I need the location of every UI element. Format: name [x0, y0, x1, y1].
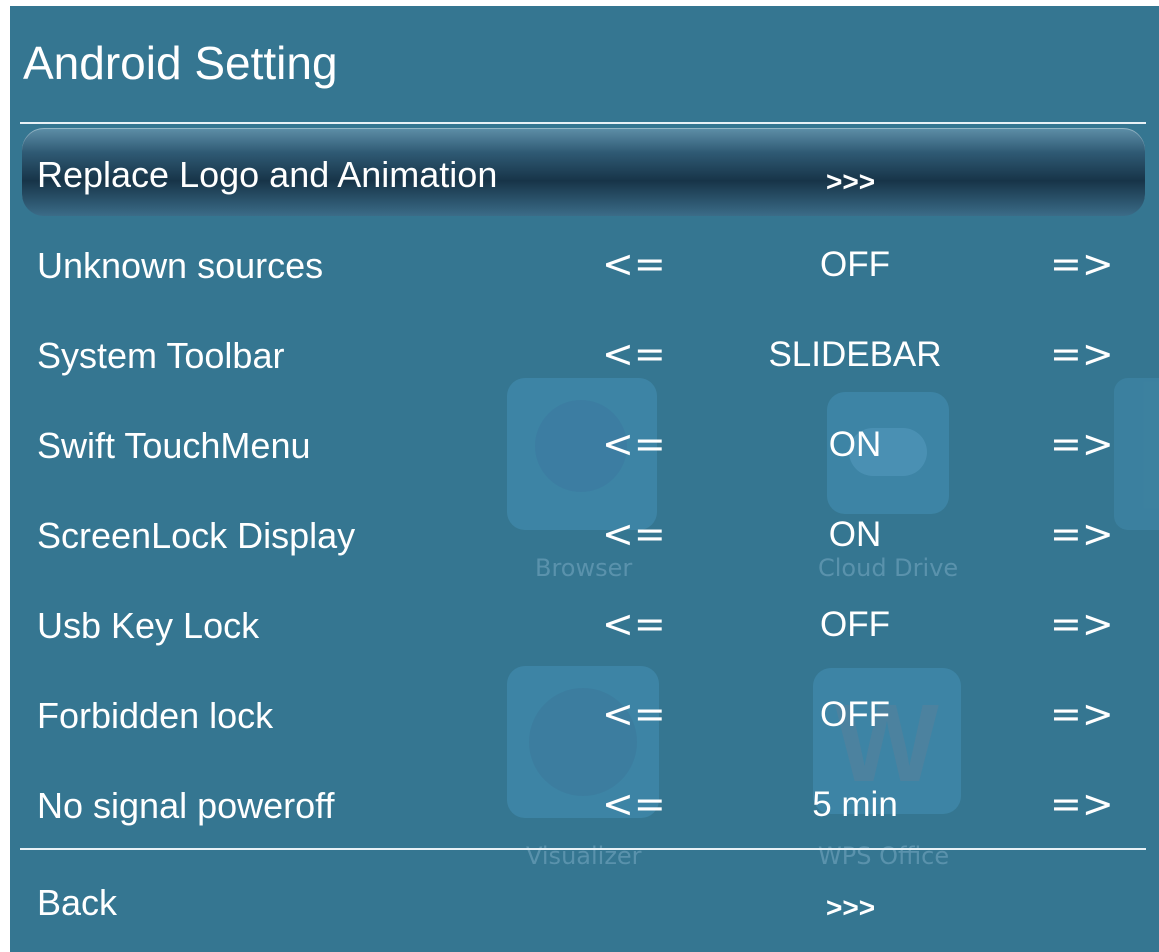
previous-option-button[interactable]: <=	[602, 692, 666, 736]
previous-option-button[interactable]: <=	[602, 422, 666, 466]
setting-row-screenlock-display[interactable]: ScreenLock Display <= ON =>	[10, 488, 1159, 578]
next-option-button[interactable]: =>	[1050, 242, 1114, 286]
setting-value: ON	[828, 425, 882, 464]
setting-value: OFF	[820, 695, 890, 734]
setting-label: Swift TouchMenu	[37, 425, 311, 466]
setting-value: SLIDEBAR	[768, 335, 942, 374]
setting-label: No signal poweroff	[37, 785, 335, 826]
setting-row-no-signal-poweroff[interactable]: No signal poweroff <= 5 min =>	[10, 758, 1159, 848]
setting-label: Forbidden lock	[37, 695, 274, 736]
back-open-icon[interactable]: >>>	[826, 892, 875, 924]
page-title: Android Setting	[23, 37, 338, 89]
setting-row-forbidden-lock[interactable]: Forbidden lock <= OFF =>	[10, 668, 1159, 758]
bottom-divider	[20, 848, 1146, 850]
replace-logo-open-icon[interactable]: >>>	[826, 166, 875, 198]
setting-value: OFF	[820, 245, 890, 284]
setting-row-swift-touchmenu[interactable]: Swift TouchMenu <= ON =>	[10, 398, 1159, 488]
replace-logo-row[interactable]: Replace Logo and Animation >>>	[10, 128, 1159, 218]
setting-label: Usb Key Lock	[37, 605, 260, 646]
setting-value: 5 min	[812, 785, 898, 824]
previous-option-button[interactable]: <=	[602, 242, 666, 286]
next-option-button[interactable]: =>	[1050, 692, 1114, 736]
screen: Browser Cloud Drive Visualizer W WPS Off…	[0, 0, 1159, 952]
next-option-button[interactable]: =>	[1050, 782, 1114, 826]
setting-row-usb-key-lock[interactable]: Usb Key Lock <= OFF =>	[10, 578, 1159, 668]
next-option-button[interactable]: =>	[1050, 422, 1114, 466]
next-option-button[interactable]: =>	[1050, 332, 1114, 376]
previous-option-button[interactable]: <=	[602, 332, 666, 376]
title-divider	[20, 122, 1146, 124]
replace-logo-label: Replace Logo and Animation	[37, 154, 498, 195]
setting-row-system-toolbar[interactable]: System Toolbar <= SLIDEBAR =>	[10, 308, 1159, 398]
setting-label: Unknown sources	[37, 245, 324, 286]
previous-option-button[interactable]: <=	[602, 512, 666, 556]
settings-panel: Browser Cloud Drive Visualizer W WPS Off…	[10, 6, 1159, 952]
back-label: Back	[37, 882, 118, 923]
setting-label: System Toolbar	[37, 335, 285, 376]
previous-option-button[interactable]: <=	[602, 602, 666, 646]
setting-value: ON	[828, 515, 882, 554]
next-option-button[interactable]: =>	[1050, 512, 1114, 556]
setting-label: ScreenLock Display	[37, 515, 356, 556]
setting-row-unknown-sources[interactable]: Unknown sources <= OFF =>	[10, 218, 1159, 308]
setting-value: OFF	[820, 605, 890, 644]
back-row[interactable]: Back >>>	[10, 854, 1159, 944]
next-option-button[interactable]: =>	[1050, 602, 1114, 646]
previous-option-button[interactable]: <=	[602, 782, 666, 826]
